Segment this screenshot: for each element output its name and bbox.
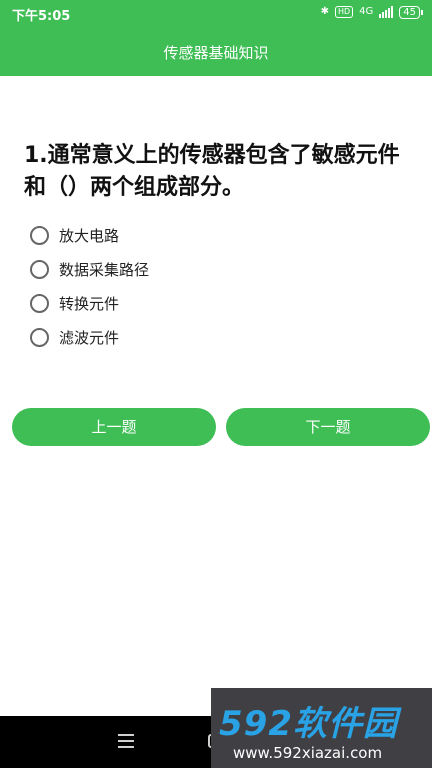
option-label: 数据采集路径 [59, 260, 150, 279]
status-time: 下午5:05 [12, 9, 71, 24]
status-bar: 下午5:05 ✱ HD 4G 45 [0, 0, 432, 26]
question-text: 1.通常意义上的传感器包含了敏感元件和（）两个组成部分。 [24, 143, 400, 200]
hd-icon: HD [334, 6, 354, 18]
radio-unchecked-icon[interactable] [30, 225, 49, 245]
radio-unchecked-icon[interactable] [30, 293, 49, 313]
watermark: 592软件园 www.592xiazai.com [211, 688, 432, 768]
option-label: 转换元件 [59, 294, 120, 313]
option-item[interactable]: 转换元件 [30, 286, 149, 320]
option-item[interactable]: 放大电路 [30, 218, 149, 252]
options-list: 放大电路 数据采集路径 转换元件 滤波元件 [30, 218, 149, 354]
option-label: 放大电路 [59, 226, 120, 245]
status-icons: ✱ HD 4G 45 [320, 5, 423, 19]
watermark-url: www.592xiazai.com [233, 744, 383, 762]
next-question-button[interactable]: 下一题 [226, 408, 430, 446]
app-bar: 下午5:05 ✱ HD 4G 45 传感器基础知识 [0, 0, 432, 76]
option-item[interactable]: 数据采集路径 [30, 252, 149, 286]
bluetooth-icon: ✱ [320, 6, 329, 17]
radio-unchecked-icon[interactable] [30, 327, 49, 347]
option-item[interactable]: 滤波元件 [30, 320, 149, 354]
network-type-icon: 4G [359, 6, 374, 17]
previous-question-button[interactable]: 上一题 [12, 408, 216, 446]
signal-icon [379, 6, 394, 18]
page-title: 传感器基础知识 [163, 44, 269, 62]
menu-icon[interactable] [118, 734, 134, 748]
option-label: 滤波元件 [59, 328, 120, 347]
battery-icon: 45 [399, 5, 423, 19]
radio-unchecked-icon[interactable] [30, 259, 49, 279]
watermark-logo: 592软件园 [219, 704, 398, 744]
